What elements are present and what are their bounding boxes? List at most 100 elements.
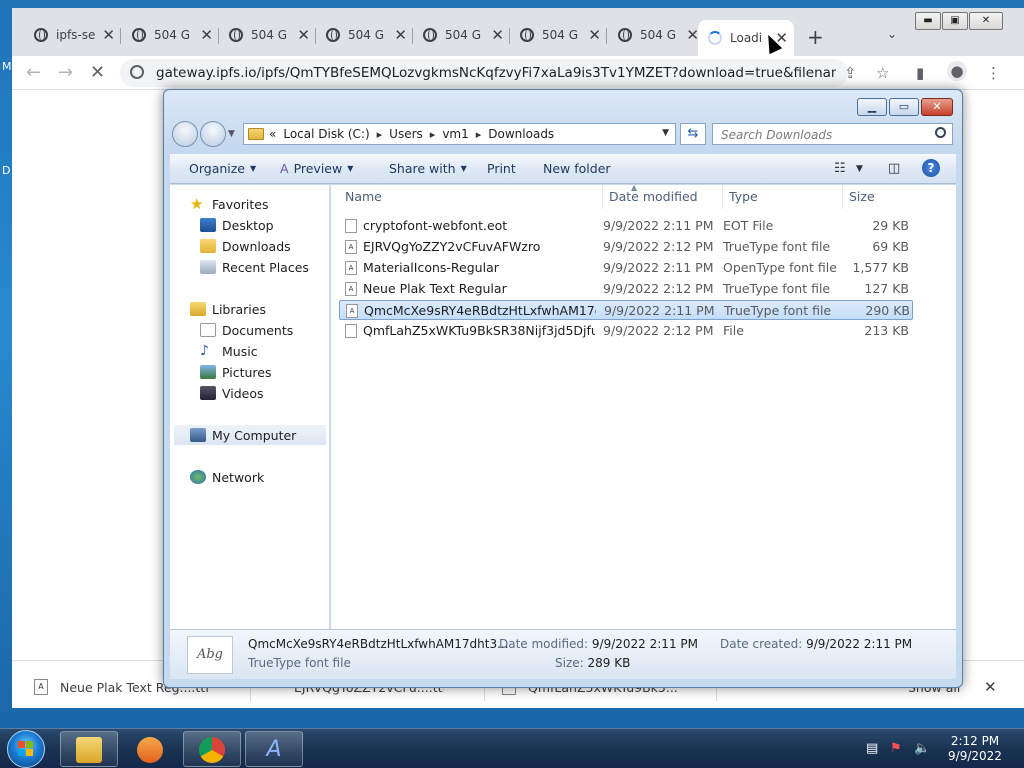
column-header-type[interactable]: Type [723, 185, 843, 209]
windows-logo-icon [18, 741, 34, 757]
file-row[interactable]: A QmcMcXe9sRY4eRBdtzHtLxfwhAM17dht... 9/9/… [339, 300, 913, 320]
forward-button[interactable]: → [58, 62, 73, 83]
menu-kebab-icon[interactable]: ⋮ [986, 64, 1001, 82]
file-icon [345, 219, 357, 233]
browser-maximize-button[interactable]: ▣ [942, 12, 968, 30]
help-icon[interactable]: ? [922, 159, 940, 177]
profile-avatar-icon[interactable]: ● [947, 61, 967, 81]
tab-close-icon[interactable]: ✕ [491, 26, 504, 44]
chevron-down-icon[interactable]: ▼ [662, 128, 669, 138]
search-input[interactable]: Search Downloads [712, 123, 953, 145]
tab-separator [606, 28, 607, 44]
file-row[interactable]: A Neue Plak Text Regular 9/9/2022 2:12 PM T… [339, 279, 913, 299]
taskbar-font-viewer-button[interactable]: A [245, 731, 303, 767]
clock-date: 9/9/2022 [948, 749, 1002, 763]
explorer-minimize-button[interactable]: ▁ [857, 98, 887, 116]
browser-tab[interactable]: 504 G ✕ [608, 20, 705, 50]
file-date-modified: 9/9/2022 2:12 PM [603, 323, 714, 338]
back-forward-group: ▼ [172, 121, 235, 147]
refresh-button[interactable]: ⇆ [680, 123, 706, 145]
browser-tab[interactable]: Loadi ✕ [698, 20, 794, 56]
back-button[interactable]: ← [26, 62, 41, 83]
browser-tab[interactable]: 504 G ✕ [122, 20, 219, 50]
breadcrumb-overflow[interactable]: « [269, 127, 276, 141]
details-file-name: QmcMcXe9sRY4eRBdtzHtLxfwhAM17dht3... [248, 637, 509, 651]
font-thumbnail: Abg [187, 636, 233, 674]
breadcrumb-users[interactable]: Users [389, 127, 423, 141]
share-with-button[interactable]: Share with ▼ [389, 161, 467, 176]
tab-search-button[interactable]: ⌄ [887, 27, 897, 41]
tab-close-icon[interactable]: ✕ [394, 26, 407, 44]
explorer-close-button[interactable]: ✕ [921, 98, 953, 116]
stop-loading-button[interactable]: ✕ [90, 62, 105, 83]
bookmark-star-icon[interactable]: ☆ [876, 64, 889, 82]
font-file-icon: A [346, 304, 358, 318]
nav-libraries[interactable]: Libraries [190, 299, 350, 319]
computer-icon [190, 428, 206, 442]
explorer-forward-button[interactable] [200, 121, 226, 147]
close-downloads-bar-button[interactable]: ✕ [984, 673, 997, 701]
new-tab-button[interactable]: + [807, 25, 824, 49]
preview-button[interactable]: A Preview ▼ [280, 161, 353, 176]
side-panel-icon[interactable]: ▮ [916, 64, 924, 82]
chevron-right-icon[interactable]: ▸ [430, 128, 436, 141]
browser-tab[interactable]: ipfs-se ✕ [24, 20, 121, 50]
tab-close-icon[interactable]: ✕ [102, 26, 115, 44]
browser-tab[interactable]: 504 G ✕ [219, 20, 316, 50]
change-view-icon[interactable]: ☷ [834, 161, 846, 176]
preview-pane-icon[interactable]: ◫ [888, 161, 900, 176]
breadcrumb-local-disk[interactable]: Local Disk (C:) [283, 127, 369, 141]
tab-close-icon[interactable]: ✕ [297, 26, 310, 44]
address-bar[interactable]: gateway.ipfs.io/ipfs/QmTYBfeSEMQLozvgkms… [120, 59, 848, 87]
tray-network-icon[interactable]: ▤ [866, 741, 878, 756]
taskbar-explorer-button[interactable] [60, 731, 118, 767]
tray-action-center-icon[interactable]: ⚑ [890, 741, 902, 756]
breadcrumb-downloads[interactable]: Downloads [488, 127, 554, 141]
explorer-maximize-button[interactable]: ▭ [889, 98, 919, 116]
file-name: EJRVQgYoZZY2vCFuvAFWzro [363, 239, 541, 254]
file-row[interactable]: A MaterialIcons-Regular 9/9/2022 2:11 PM Op… [339, 258, 913, 278]
system-clock[interactable]: 2:12 PM 9/9/2022 [940, 734, 1010, 764]
chevron-right-icon[interactable]: ▸ [476, 128, 482, 141]
file-date-modified: 9/9/2022 2:11 PM [603, 218, 714, 233]
site-info-icon[interactable] [130, 65, 144, 79]
print-button[interactable]: Print [487, 161, 516, 176]
explorer-address-bar[interactable]: « Local Disk (C:) ▸ Users ▸ vm1 ▸ Downlo… [243, 123, 676, 145]
nav-network[interactable]: Network [190, 467, 350, 487]
share-icon[interactable]: ⇪ [844, 64, 857, 82]
chevron-right-icon[interactable]: ▸ [377, 128, 383, 141]
taskbar-media-player-button[interactable] [121, 731, 179, 767]
details-date-modified: Date modified: 9/9/2022 2:11 PM [499, 637, 698, 651]
column-header-size[interactable]: Size [843, 185, 933, 209]
nav-my-computer[interactable]: My Computer [174, 425, 326, 445]
recent-pages-dropdown[interactable]: ▼ [228, 129, 235, 147]
new-folder-button[interactable]: New folder [543, 161, 611, 176]
taskbar-chrome-button[interactable] [183, 731, 241, 767]
url-text[interactable]: gateway.ipfs.io/ipfs/QmTYBfeSEMQLozvgkms… [156, 65, 836, 81]
file-row[interactable]: cryptofont-webfont.eot 9/9/2022 2:11 PM EO… [339, 216, 913, 236]
browser-close-button[interactable]: ✕ [969, 12, 1003, 30]
breadcrumb-vm1[interactable]: vm1 [442, 127, 468, 141]
browser-tab[interactable]: 504 G ✕ [316, 20, 413, 50]
nav-favorites[interactable]: ★ Favorites [190, 194, 350, 214]
column-header-name[interactable]: Name [339, 185, 603, 209]
tab-close-icon[interactable]: ✕ [200, 26, 213, 44]
file-date-modified: 9/9/2022 2:12 PM [603, 281, 714, 296]
browser-tab[interactable]: 504 G ✕ [510, 20, 607, 50]
tray-volume-icon[interactable]: 🔈 [914, 741, 930, 756]
browser-toolbar: ← → ✕ gateway.ipfs.io/ipfs/QmTYBfeSEMQLo… [12, 56, 1024, 90]
organize-button[interactable]: Organize ▼ [189, 161, 256, 176]
start-button[interactable] [7, 730, 45, 768]
column-header-date[interactable]: Date modified [603, 185, 723, 209]
font-viewer-icon: A [266, 737, 282, 762]
browser-tab[interactable]: 504 G ✕ [413, 20, 510, 50]
file-name: QmfLahZ5xWKTu9BkSR38Nijf3jd5Djfu1D... [363, 323, 595, 338]
browser-minimize-button[interactable]: ▬ [915, 12, 941, 30]
chevron-down-icon[interactable]: ▼ [856, 164, 863, 174]
file-row[interactable]: A EJRVQgYoZZY2vCFuvAFWzro 9/9/2022 2:12 PM… [339, 237, 913, 257]
explorer-back-button[interactable] [172, 121, 198, 147]
tab-close-icon[interactable]: ✕ [588, 26, 601, 44]
search-placeholder: Search Downloads [721, 128, 833, 142]
file-row[interactable]: QmfLahZ5xWKTu9BkSR38Nijf3jd5Djfu1D... 9/9… [339, 321, 913, 341]
search-icon[interactable] [935, 127, 946, 138]
